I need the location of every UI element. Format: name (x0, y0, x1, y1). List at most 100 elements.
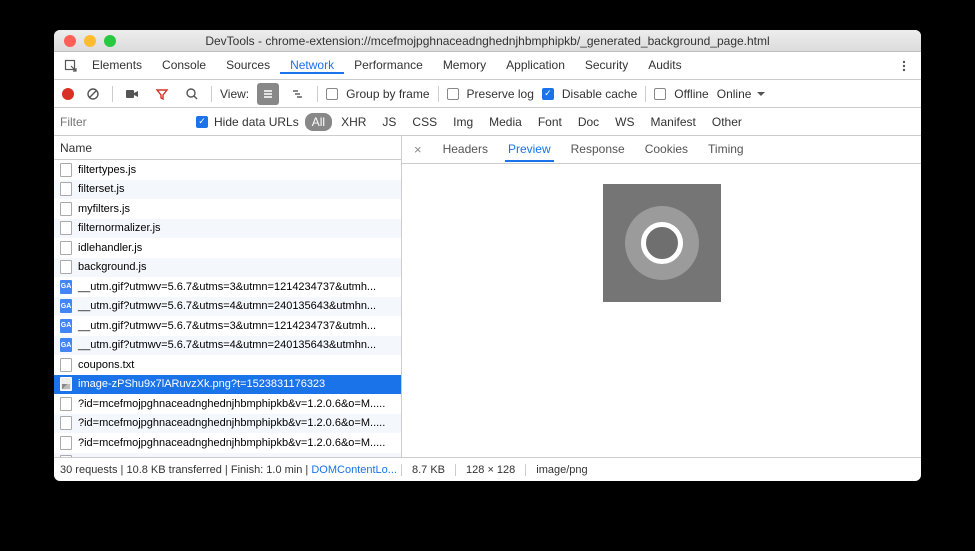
throttling-select[interactable]: Online (717, 87, 766, 101)
filter-type-doc[interactable]: Doc (571, 113, 606, 131)
preserve-log-checkbox[interactable] (447, 88, 459, 100)
file-icon (60, 358, 72, 372)
request-name: filterset.js (78, 183, 124, 195)
request-name: __utm.gif?utmwv=5.6.7&utms=4&utmn=240135… (78, 339, 376, 351)
request-row[interactable]: ?id=mcefmojpghnaceadnghednjhbmphipkb&v=1… (54, 414, 401, 434)
request-row[interactable]: __utm.gif?utmwv=5.6.7&utms=4&utmn=240135… (54, 336, 401, 356)
detail-tab-preview[interactable]: Preview (505, 137, 554, 162)
disable-cache-checkbox[interactable] (542, 88, 554, 100)
file-icon (60, 397, 72, 411)
separator (112, 86, 113, 102)
status-finish: Finish: 1.0 min (231, 464, 303, 476)
clear-icon[interactable] (82, 83, 104, 105)
status-transferred: 10.8 KB transferred (126, 464, 221, 476)
more-icon[interactable] (893, 55, 915, 77)
separator (438, 86, 439, 102)
detail-tab-response[interactable]: Response (568, 137, 628, 162)
filter-icon[interactable] (151, 83, 173, 105)
separator (211, 86, 212, 102)
request-row[interactable]: ?id=mcefmojpghnaceadnghednjhbmphipkb&v=1… (54, 433, 401, 453)
filter-type-all[interactable]: All (305, 113, 332, 131)
view-label: View: (220, 87, 249, 101)
tab-security[interactable]: Security (575, 58, 638, 72)
preview-pane (402, 164, 921, 457)
detail-tab-headers[interactable]: Headers (440, 137, 491, 162)
request-row[interactable]: filterset.js (54, 180, 401, 200)
group-by-frame-label: Group by frame (346, 87, 429, 101)
status-requests: 30 requests (60, 464, 117, 476)
file-icon (60, 182, 72, 196)
search-icon[interactable] (181, 83, 203, 105)
request-row[interactable]: idlehandler.js (54, 238, 401, 258)
request-row[interactable]: __utm.gif?utmwv=5.6.7&utms=3&utmn=121423… (54, 277, 401, 297)
record-button[interactable] (62, 88, 74, 100)
tab-audits[interactable]: Audits (638, 58, 691, 72)
hide-data-urls-checkbox[interactable] (196, 116, 208, 128)
request-name: idlehandler.js (78, 242, 142, 254)
request-row[interactable]: myfilters.js (54, 199, 401, 219)
name-column-header[interactable]: Name (54, 136, 401, 160)
image-preview (603, 184, 721, 302)
devtools-window: DevTools - chrome-extension://mcefmojpgh… (54, 30, 921, 481)
close-window-button[interactable] (64, 35, 76, 47)
minimize-window-button[interactable] (84, 35, 96, 47)
tab-sources[interactable]: Sources (216, 58, 280, 72)
image-file-icon (60, 377, 72, 391)
filter-type-manifest[interactable]: Manifest (644, 113, 703, 131)
filter-type-media[interactable]: Media (482, 113, 529, 131)
request-row[interactable]: ?id=mcefmojpghnaceadnghednjhbmphipkb&v=1… (54, 394, 401, 414)
titlebar: DevTools - chrome-extension://mcefmojpgh… (54, 30, 921, 52)
request-row[interactable]: coupons.txt (54, 355, 401, 375)
filter-input[interactable] (60, 115, 190, 129)
disable-cache-label: Disable cache (562, 87, 637, 101)
filter-type-img[interactable]: Img (446, 113, 480, 131)
offline-label: Offline (674, 87, 708, 101)
separator (317, 86, 318, 102)
filter-type-font[interactable]: Font (531, 113, 569, 131)
filter-type-css[interactable]: CSS (405, 113, 444, 131)
tab-performance[interactable]: Performance (344, 58, 433, 72)
detail-tab-timing[interactable]: Timing (705, 137, 747, 162)
filter-type-js[interactable]: JS (375, 113, 403, 131)
panel-tabs: ElementsConsoleSourcesNetworkPerformance… (54, 52, 921, 80)
tab-console[interactable]: Console (152, 58, 216, 72)
filter-type-other[interactable]: Other (705, 113, 749, 131)
traffic-lights (54, 35, 116, 47)
request-row[interactable]: image-zPShu9x7lARuvzXk.png?t=15238311763… (54, 375, 401, 395)
request-name: __utm.gif?utmwv=5.6.7&utms=4&utmn=240135… (78, 300, 376, 312)
request-name: ?id=mcefmojpghnaceadnghednjhbmphipkb&v=1… (78, 437, 385, 449)
hide-data-urls-label: Hide data URLs (214, 115, 299, 129)
waterfall-icon[interactable] (287, 83, 309, 105)
request-name: ?id=mcefmojpghnaceadnghednjhbmphipkb&v=1… (78, 417, 385, 429)
large-rows-icon[interactable] (257, 83, 279, 105)
status-size: 8.7 KB (402, 464, 456, 476)
inspect-icon[interactable] (60, 55, 82, 77)
status-summary: 30 requests | 10.8 KB transferred | Fini… (54, 464, 402, 476)
analytics-icon (60, 319, 72, 333)
file-icon (60, 163, 72, 177)
filter-type-ws[interactable]: WS (608, 113, 641, 131)
camera-icon[interactable] (121, 83, 143, 105)
zoom-window-button[interactable] (104, 35, 116, 47)
filter-type-xhr[interactable]: XHR (334, 113, 373, 131)
request-row[interactable]: filtertypes.js (54, 160, 401, 180)
tab-memory[interactable]: Memory (433, 58, 496, 72)
analytics-icon (60, 338, 72, 352)
request-row[interactable]: filternormalizer.js (54, 219, 401, 239)
detail-tab-cookies[interactable]: Cookies (642, 137, 691, 162)
analytics-icon (60, 280, 72, 294)
offline-checkbox[interactable] (654, 88, 666, 100)
file-icon (60, 436, 72, 450)
request-row[interactable]: background.js (54, 258, 401, 278)
file-icon (60, 416, 72, 430)
tab-network[interactable]: Network (280, 58, 344, 74)
tab-elements[interactable]: Elements (82, 58, 152, 72)
group-by-frame-checkbox[interactable] (326, 88, 338, 100)
file-icon (60, 241, 72, 255)
request-row[interactable]: __utm.gif?utmwv=5.6.7&utms=3&utmn=121423… (54, 316, 401, 336)
window-title: DevTools - chrome-extension://mcefmojpgh… (54, 34, 921, 48)
request-row[interactable]: __utm.gif?utmwv=5.6.7&utms=4&utmn=240135… (54, 297, 401, 317)
tab-application[interactable]: Application (496, 58, 575, 72)
file-icon (60, 260, 72, 274)
close-detail-icon[interactable]: × (410, 142, 426, 157)
